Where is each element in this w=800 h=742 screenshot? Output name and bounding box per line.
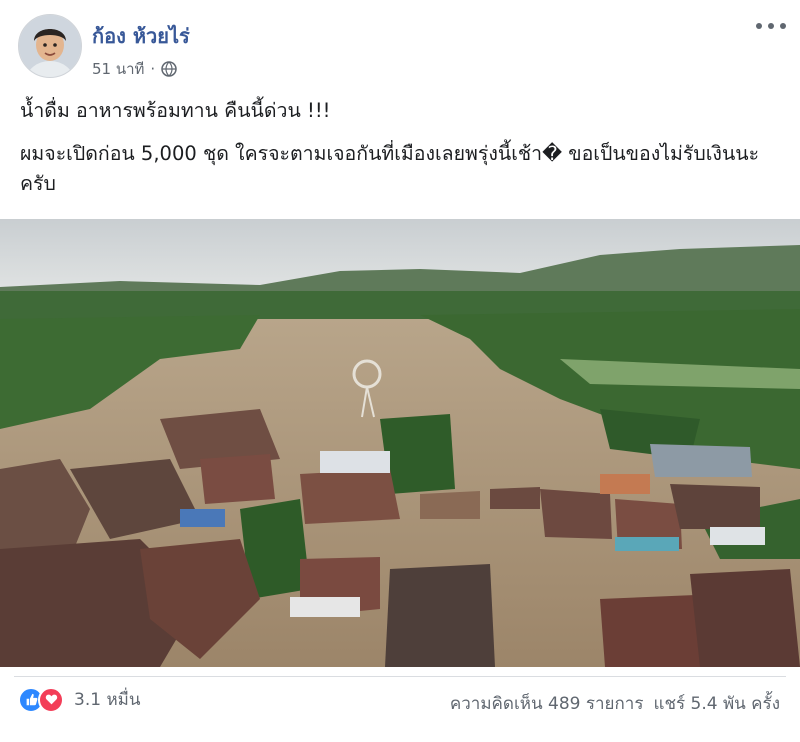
reaction-count[interactable]: 3.1 หมื่น bbox=[74, 686, 140, 713]
post-timestamp[interactable]: 51 นาที bbox=[92, 57, 144, 81]
author-avatar[interactable] bbox=[18, 14, 82, 78]
author-name[interactable]: ก้อง ห้วยไร่ bbox=[92, 20, 190, 52]
engagement-bar: 3.1 หมื่น ความคิดเห็น 489 รายการ แชร์ 5.… bbox=[0, 680, 800, 720]
dot-icon bbox=[756, 23, 762, 29]
post-body: น้ำดื่ม อาหารพร้อมทาน คืนนี้ด่วน !!! ผมจ… bbox=[20, 96, 785, 212]
dot-icon bbox=[768, 23, 774, 29]
more-options-button[interactable] bbox=[756, 18, 786, 34]
meta-separator: · bbox=[150, 60, 156, 78]
love-reaction-icon bbox=[38, 686, 64, 713]
comments-count[interactable]: ความคิดเห็น 489 รายการ bbox=[450, 690, 644, 717]
engagement-stats: ความคิดเห็น 489 รายการ แชร์ 5.4 พัน ครั้… bbox=[450, 690, 780, 717]
shares-count[interactable]: แชร์ 5.4 พัน ครั้ง bbox=[653, 690, 780, 717]
post-text-line-2: ผมจะเปิดก่อน 5,000 ชุด ใครจะตามเจอกันที่… bbox=[20, 142, 760, 195]
reactions-summary[interactable]: 3.1 หมื่น bbox=[18, 686, 140, 713]
post-header: ก้อง ห้วยไร่ 51 นาที · bbox=[0, 0, 800, 90]
post-meta: 51 นาที · bbox=[92, 57, 177, 81]
flood-aerial-photo bbox=[0, 219, 800, 667]
footer-divider bbox=[14, 676, 786, 677]
post-text-line-1: น้ำดื่ม อาหารพร้อมทาน คืนนี้ด่วน !!! bbox=[20, 99, 331, 122]
globe-icon bbox=[161, 61, 177, 77]
post-photo[interactable] bbox=[0, 219, 800, 667]
dot-icon bbox=[780, 23, 786, 29]
